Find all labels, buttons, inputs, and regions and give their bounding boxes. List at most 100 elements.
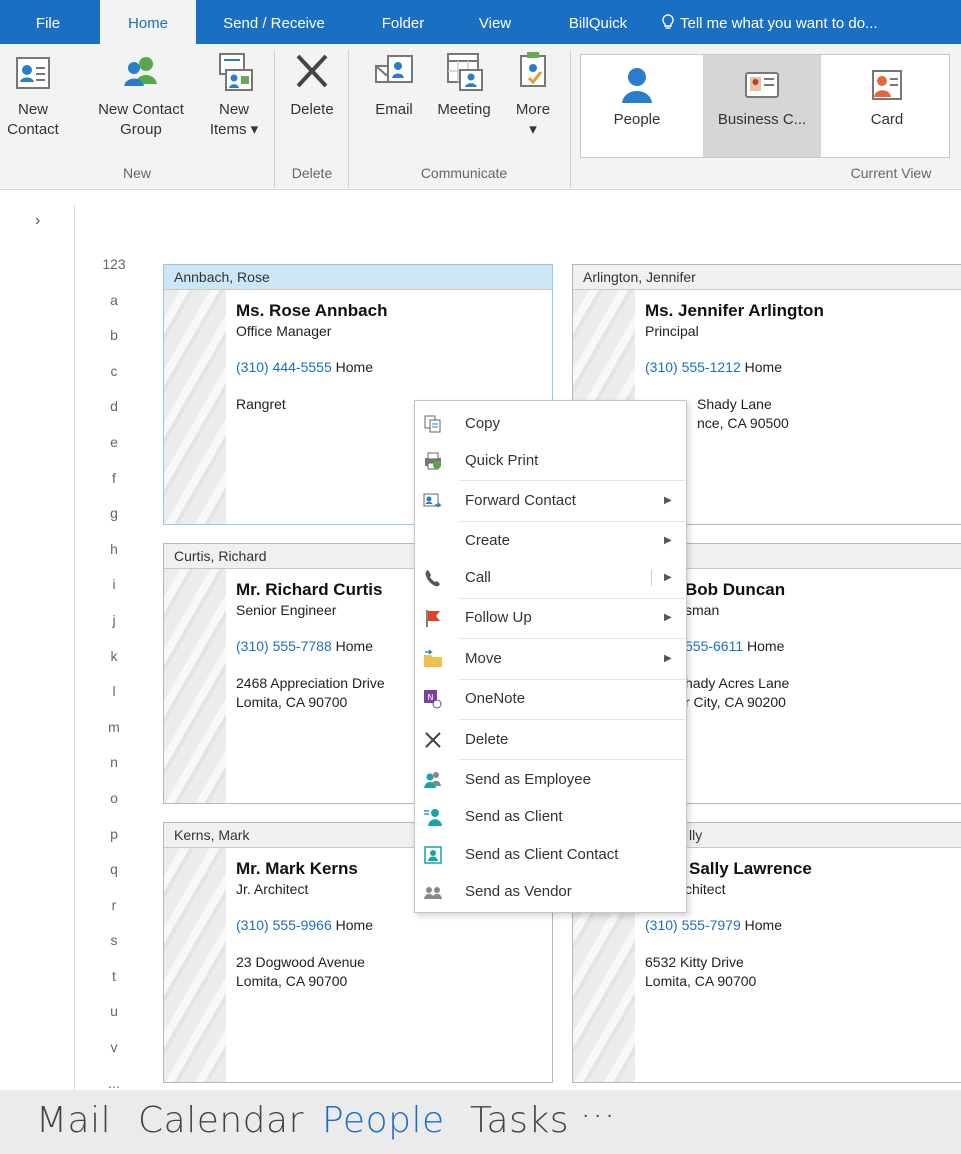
menu-label: Call xyxy=(465,569,491,586)
index-j[interactable]: j xyxy=(92,612,136,648)
menu-item-move[interactable]: Move ▶ xyxy=(415,641,686,677)
new-items-button[interactable]: New Items ▾ xyxy=(202,44,266,140)
menu-item-create[interactable]: Create ▶ xyxy=(415,523,686,559)
address-line-1: 23 Dogwood Avenue xyxy=(236,954,365,970)
menu-label: Create xyxy=(465,532,511,549)
tab-billquick[interactable]: BillQuick xyxy=(548,0,648,44)
index-123[interactable]: 123 xyxy=(92,256,136,292)
submenu-arrow-icon: ▶ xyxy=(664,612,672,623)
phone-number[interactable]: 555-6611 xyxy=(685,638,743,654)
new-contact-button[interactable]: New Contact xyxy=(2,44,64,140)
index-a[interactable]: a xyxy=(92,292,136,328)
group-separator xyxy=(348,50,349,188)
index-k[interactable]: k xyxy=(92,648,136,684)
menu-separator xyxy=(459,638,685,639)
index-o[interactable]: o xyxy=(92,790,136,826)
submenu-arrow-icon: ▶ xyxy=(664,535,672,546)
index-q[interactable]: q xyxy=(92,861,136,897)
index-r[interactable]: r xyxy=(92,897,136,933)
index-i[interactable]: i xyxy=(92,576,136,612)
phone-number[interactable]: (310) 555-7979 xyxy=(645,917,741,933)
index-v[interactable]: v xyxy=(92,1039,136,1075)
tab-home[interactable]: Home xyxy=(100,0,196,46)
new-items-label: New Items ▾ xyxy=(209,101,259,138)
index-b[interactable]: b xyxy=(92,327,136,363)
menu-item-send-as-client-contact[interactable]: Send as Client Contact xyxy=(415,837,686,873)
contact-phone: (310) 555-7979 Home xyxy=(645,917,957,933)
expand-folder-pane-icon[interactable]: › xyxy=(35,212,40,230)
delete-button[interactable]: Delete xyxy=(282,44,342,120)
index-f[interactable]: f xyxy=(92,470,136,506)
tab-folder[interactable]: Folder xyxy=(358,0,448,44)
menu-item-send-as-client[interactable]: Send as Client xyxy=(415,799,686,835)
address-line-1: Shady Lane xyxy=(697,396,772,412)
phone-number[interactable]: (310) 555-7788 xyxy=(236,638,332,654)
card-header: Annbach, Rose xyxy=(164,265,552,290)
index-l[interactable]: l xyxy=(92,683,136,719)
card-image-strip xyxy=(164,569,226,803)
nav-mail[interactable]: Mail xyxy=(36,1100,111,1141)
phone-type: Home xyxy=(747,638,785,654)
index-t[interactable]: t xyxy=(92,968,136,1004)
tab-send-receive[interactable]: Send / Receive xyxy=(204,0,344,44)
view-people[interactable]: People xyxy=(589,55,685,157)
group-label-current-view: Current View xyxy=(850,165,932,181)
new-items-icon xyxy=(219,53,253,91)
email-button[interactable]: Email xyxy=(364,44,424,120)
index-s[interactable]: s xyxy=(92,932,136,968)
menu-item-copy[interactable]: Copy xyxy=(415,406,686,442)
tab-file[interactable]: File xyxy=(0,0,96,44)
view-card[interactable]: Card xyxy=(835,55,939,157)
address-line-1: 6532 Kitty Drive xyxy=(645,954,744,970)
nav-tasks[interactable]: Tasks xyxy=(470,1100,569,1141)
menu-item-send-as-employee[interactable]: Send as Employee xyxy=(415,762,686,798)
card-image-strip xyxy=(164,290,226,524)
contact-name: Ms. Jennifer Arlington xyxy=(645,301,824,320)
meeting-calendar-icon xyxy=(447,53,483,91)
contact-phone: 555-6611 Home xyxy=(685,638,957,654)
new-contact-group-button[interactable]: New Contact Group xyxy=(86,44,196,140)
index-h[interactable]: h xyxy=(92,541,136,577)
menu-item-call[interactable]: Call ▶ xyxy=(415,560,686,596)
meeting-button[interactable]: Meeting xyxy=(428,44,500,120)
menu-item-onenote[interactable]: N OneNote xyxy=(415,681,686,717)
phone-number[interactable]: (310) 444-5555 xyxy=(236,359,332,375)
phone-number[interactable]: (310) 555-9966 xyxy=(236,917,332,933)
index-d[interactable]: d xyxy=(92,398,136,434)
vendor-icon xyxy=(424,887,442,899)
nav-calendar[interactable]: Calendar xyxy=(138,1100,304,1141)
menu-separator xyxy=(459,759,685,760)
menu-item-quick-print[interactable]: Quick Print xyxy=(415,443,686,479)
ribbon-tab-bar: File Home Send / Receive Folder View Bil… xyxy=(0,0,961,46)
menu-separator xyxy=(459,480,685,481)
index-p[interactable]: p xyxy=(92,826,136,862)
contact-group-icon xyxy=(124,57,157,86)
menu-item-follow-up[interactable]: Follow Up ▶ xyxy=(415,600,686,636)
index-e[interactable]: e xyxy=(92,434,136,470)
nav-people[interactable]: People xyxy=(322,1100,445,1141)
more-button[interactable]: More ▾ xyxy=(504,44,562,140)
submenu-arrow-icon: ▶ xyxy=(664,495,672,506)
meeting-label: Meeting xyxy=(437,101,491,118)
menu-item-delete[interactable]: Delete xyxy=(415,722,686,758)
nav-more-icon[interactable]: ··· xyxy=(580,1096,616,1137)
index-n[interactable]: n xyxy=(92,754,136,790)
index-u[interactable]: u xyxy=(92,1003,136,1039)
client-icon xyxy=(424,809,442,826)
address-line-2: Lomita, CA 90700 xyxy=(645,973,757,989)
index-c[interactable]: c xyxy=(92,363,136,399)
phone-number[interactable]: (310) 555-1212 xyxy=(645,359,741,375)
menu-separator xyxy=(459,598,685,599)
index-m[interactable]: m xyxy=(92,719,136,755)
card-body: Bob Duncan sman 555-6611 Home hady Acres… xyxy=(685,580,957,712)
menu-label: Copy xyxy=(465,415,501,432)
menu-item-forward-contact[interactable]: Forward Contact ▶ xyxy=(415,483,686,519)
contact-card-icon xyxy=(16,57,50,89)
copy-icon xyxy=(424,415,441,433)
tell-me-search[interactable]: Tell me what you want to do... xyxy=(662,0,878,44)
index-g[interactable]: g xyxy=(92,505,136,541)
tab-view[interactable]: View xyxy=(460,0,530,44)
view-business-card[interactable]: Business C... xyxy=(703,55,821,157)
menu-item-send-as-vendor[interactable]: Send as Vendor xyxy=(415,874,686,910)
address-line-2: nce, CA 90500 xyxy=(697,415,789,431)
